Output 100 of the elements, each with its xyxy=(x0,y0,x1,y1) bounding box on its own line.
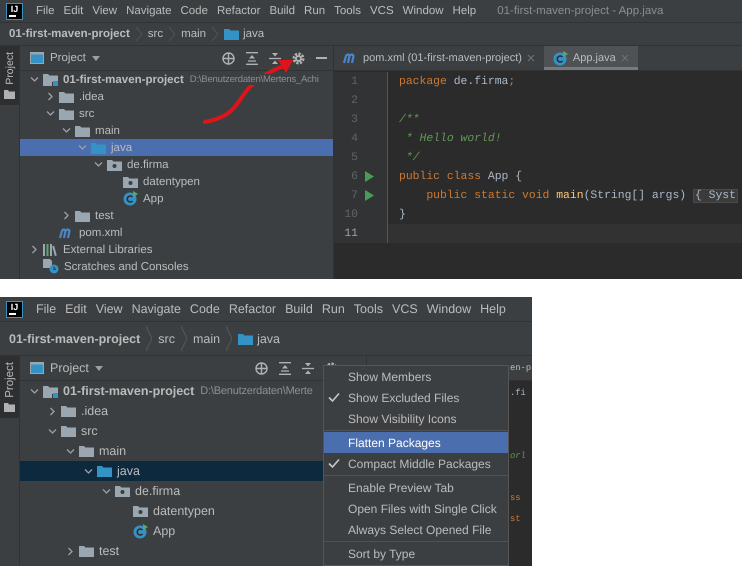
menu-option[interactable]: Open Files with Single Click xyxy=(324,498,508,519)
view-dropdown[interactable]: Project xyxy=(30,52,100,64)
window-icon xyxy=(30,362,44,374)
collapse-all-icon[interactable] xyxy=(302,362,314,374)
code-line: public class App { xyxy=(399,170,522,182)
tree-item[interactable]: de.firma xyxy=(20,156,333,173)
menu-item[interactable]: VCS xyxy=(370,5,394,17)
menu-item[interactable]: File xyxy=(36,302,56,316)
breadcrumb-item[interactable]: 01-first-maven-project xyxy=(9,332,140,346)
menu-item[interactable]: Window xyxy=(426,302,472,316)
editor-tab[interactable]: pom.xml (01-first-maven-project) xyxy=(334,46,544,70)
project-path: D:\Benutzerdaten\Mertens_Achi xyxy=(190,74,319,85)
tree-item[interactable]: Scratches and Consoles xyxy=(20,258,333,275)
tree-item[interactable]: test xyxy=(20,207,333,224)
tree-item[interactable]: src xyxy=(20,105,333,122)
chevron-icon[interactable] xyxy=(46,92,54,101)
tree-item[interactable]: main xyxy=(20,122,333,139)
breadcrumb-item[interactable]: main xyxy=(181,28,206,40)
menu-option[interactable]: Sort by Type xyxy=(324,543,508,564)
chevron-icon[interactable] xyxy=(62,126,70,135)
tree-item[interactable]: .idea xyxy=(20,88,333,105)
chevron-icon[interactable] xyxy=(30,75,38,84)
locate-icon[interactable] xyxy=(222,52,235,64)
code-line: */ xyxy=(404,152,420,164)
breadcrumb-item[interactable]: src xyxy=(158,332,175,346)
view-dropdown[interactable]: Project xyxy=(30,361,103,375)
menu-item[interactable]: Help xyxy=(480,302,506,316)
menu-item[interactable]: File xyxy=(36,5,55,17)
settings-icon[interactable] xyxy=(292,52,305,64)
folder-icon xyxy=(97,465,112,477)
tree-item[interactable]: datentypen xyxy=(20,173,333,190)
menu-item[interactable]: Tools xyxy=(354,302,383,316)
close-icon[interactable] xyxy=(526,54,535,62)
menu-item[interactable]: Navigate xyxy=(126,5,172,17)
menu-item[interactable]: Help xyxy=(452,5,476,17)
chevron-icon[interactable] xyxy=(46,109,54,118)
chevron-icon[interactable] xyxy=(30,386,38,396)
editor-tab[interactable]: App.java xyxy=(544,46,638,70)
module-icon xyxy=(43,73,58,86)
tool-window-tab[interactable]: Project xyxy=(0,46,19,105)
chevron-icon[interactable] xyxy=(94,160,102,169)
menu-item[interactable]: Window xyxy=(402,5,444,17)
tree-item[interactable]: App xyxy=(20,190,333,207)
code-line: /** xyxy=(399,114,420,126)
window-icon xyxy=(30,52,44,64)
check-icon xyxy=(328,392,340,403)
menu-item[interactable]: VCS xyxy=(392,302,418,316)
expand-all-icon[interactable] xyxy=(246,52,258,64)
breadcrumb-separator xyxy=(146,326,152,351)
menu-option[interactable]: Flatten Packages xyxy=(324,432,508,453)
chevron-icon[interactable] xyxy=(62,211,70,220)
tree-item[interactable]: 01-first-maven-project D:\Benutzerdaten\Mertens_Achi xyxy=(20,71,333,88)
folder-icon xyxy=(79,545,94,557)
breadcrumb-item[interactable]: java xyxy=(224,28,264,40)
chevron-icon[interactable] xyxy=(66,446,74,456)
chevron-icon[interactable] xyxy=(48,406,56,416)
chevron-icon[interactable] xyxy=(102,486,110,496)
chevron-icon[interactable] xyxy=(48,426,56,436)
line-number: 11 xyxy=(343,228,358,240)
menu-item[interactable]: Code xyxy=(180,5,208,17)
run-icon[interactable] xyxy=(365,190,374,201)
menu-item[interactable]: Edit xyxy=(65,302,87,316)
folder-icon xyxy=(79,445,94,457)
breadcrumb-item[interactable]: src xyxy=(148,28,164,40)
tool-window-tab[interactable]: Project xyxy=(0,356,19,418)
menu-item[interactable]: View xyxy=(92,5,118,17)
breadcrumb-item[interactable]: main xyxy=(192,332,220,346)
locate-icon[interactable] xyxy=(255,362,268,374)
menu-item[interactable]: Build xyxy=(269,5,296,17)
menu-option[interactable]: Show Excluded Files xyxy=(324,387,508,408)
menu-item[interactable]: Run xyxy=(322,302,345,316)
menu-item[interactable]: Run xyxy=(304,5,326,17)
menu-item[interactable]: Edit xyxy=(64,5,84,17)
menu-item[interactable]: Refactor xyxy=(228,302,276,316)
code-line: * Hello world! xyxy=(404,132,502,144)
menu-item[interactable]: Build xyxy=(285,302,313,316)
tree-item[interactable]: pom.xml xyxy=(20,224,333,241)
breadcrumb-separator xyxy=(212,27,218,41)
collapse-all-icon[interactable] xyxy=(269,52,281,64)
breadcrumb-item[interactable]: 01-first-maven-project xyxy=(9,28,130,40)
menu-item[interactable]: Code xyxy=(190,302,220,316)
menu-item[interactable]: View xyxy=(96,302,123,316)
run-icon[interactable] xyxy=(365,171,374,182)
menu-item[interactable]: Navigate xyxy=(132,302,181,316)
editor-tab[interactable]: en-p xyxy=(510,363,532,373)
chevron-icon[interactable] xyxy=(30,245,38,254)
breadcrumb-item[interactable]: java xyxy=(238,332,280,346)
menu-option[interactable]: Show Visibility Icons xyxy=(324,408,508,429)
breadcrumb-separator xyxy=(136,27,142,41)
menu-item[interactable]: Refactor xyxy=(216,5,260,17)
tree-item[interactable]: External Libraries xyxy=(20,241,333,258)
minimize-icon[interactable] xyxy=(316,56,327,60)
caret-icon xyxy=(94,366,103,370)
expand-all-icon[interactable] xyxy=(279,362,291,374)
chevron-icon[interactable] xyxy=(84,466,92,476)
class-icon xyxy=(123,191,138,206)
chevron-icon[interactable] xyxy=(66,546,74,556)
menu-option[interactable]: Always Select Opened File xyxy=(324,519,508,540)
menu-option[interactable]: Show Members xyxy=(324,366,508,387)
menu-item[interactable]: Tools xyxy=(334,5,361,17)
